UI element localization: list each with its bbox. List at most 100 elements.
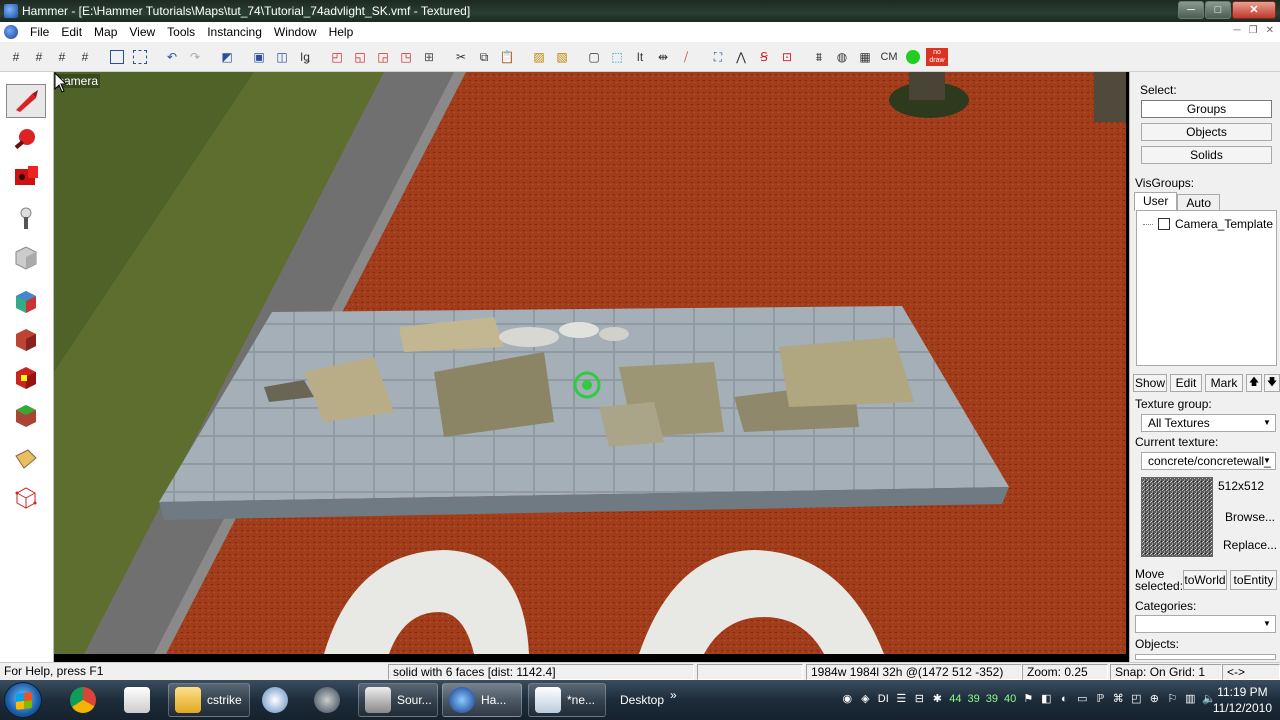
tray-icon[interactable]: ◧ bbox=[1040, 692, 1052, 705]
menu-window[interactable]: Window bbox=[274, 24, 325, 40]
show-all-icon[interactable]: ◲ bbox=[373, 47, 393, 67]
flip-icon[interactable]: ⇹ bbox=[653, 47, 673, 67]
network-icon[interactable]: ▥ bbox=[1184, 692, 1196, 705]
camera-3d-viewport[interactable]: camera bbox=[54, 72, 1126, 654]
cordon-icon[interactable]: ⊡ bbox=[777, 47, 797, 67]
camera-tool[interactable] bbox=[6, 160, 46, 194]
tray-di-label[interactable]: DI bbox=[877, 693, 889, 705]
block-tool[interactable] bbox=[6, 240, 46, 274]
group-select-icon[interactable]: ◫ bbox=[272, 47, 292, 67]
visgroup-move-up-button[interactable]: 🡅 bbox=[1246, 374, 1262, 392]
tray-icon[interactable]: ⊟ bbox=[913, 692, 925, 705]
tray-icon[interactable]: ⌘ bbox=[1112, 692, 1124, 705]
tray-icon[interactable]: ◉ bbox=[841, 692, 853, 705]
hollow-icon[interactable]: ▣ bbox=[249, 47, 269, 67]
minimize-button[interactable]: ─ bbox=[1178, 1, 1204, 19]
to-world-button[interactable]: toWorld bbox=[1183, 570, 1227, 590]
tray-icon[interactable]: ◈ bbox=[859, 692, 871, 705]
selection-tool[interactable] bbox=[6, 84, 46, 118]
action-center-icon[interactable]: ⚐ bbox=[1166, 692, 1178, 705]
undo-icon[interactable]: ↶ bbox=[162, 47, 182, 67]
visgroup-edit-button[interactable]: Edit bbox=[1170, 374, 1202, 392]
hammer-app-icon[interactable] bbox=[4, 4, 18, 18]
texture-browser-icon[interactable]: ▦ bbox=[855, 47, 875, 67]
hide-selected-icon[interactable]: ◰ bbox=[327, 47, 347, 67]
sphere-icon[interactable]: ◍ bbox=[832, 47, 852, 67]
hammer-editor-taskbar-button[interactable]: Ha... bbox=[442, 683, 522, 717]
source-sdk-taskbar-button[interactable]: Sour... bbox=[358, 683, 438, 717]
grid-larger-icon[interactable]: # bbox=[75, 47, 95, 67]
texture-lock-icon[interactable]: ǀǥ bbox=[295, 47, 315, 67]
notepad-taskbar-button[interactable]: *ne... bbox=[528, 683, 606, 717]
smoothing-icon[interactable]: Ꞩ bbox=[754, 47, 774, 67]
cut-icon[interactable]: ✂ bbox=[451, 47, 471, 67]
redo-icon[interactable]: ↷ bbox=[185, 47, 205, 67]
group-icon[interactable] bbox=[107, 47, 127, 67]
clip-icon[interactable]: ǀt bbox=[630, 47, 650, 67]
path-icon[interactable]: ⩩ bbox=[809, 47, 829, 67]
select-by-area-icon[interactable]: ⬚ bbox=[607, 47, 627, 67]
visgroups-tab-auto[interactable]: Auto bbox=[1177, 194, 1221, 211]
green-orb-icon[interactable] bbox=[903, 47, 923, 67]
visgroups-tab-user[interactable]: User bbox=[1134, 192, 1178, 211]
overlay-tool[interactable] bbox=[6, 398, 46, 432]
texture-application-tool[interactable] bbox=[6, 284, 46, 318]
cubemap-button[interactable]: CM bbox=[878, 47, 900, 67]
snipping-tool-taskbar-button[interactable] bbox=[118, 683, 156, 717]
start-button[interactable] bbox=[4, 682, 42, 718]
hammer-app-taskbar-button[interactable] bbox=[256, 683, 294, 717]
replace-button[interactable]: Replace... bbox=[1223, 538, 1277, 552]
carve-icon[interactable]: ◩ bbox=[217, 47, 237, 67]
displacement-icon[interactable]: ⛶ bbox=[708, 47, 728, 67]
texture-preview[interactable] bbox=[1141, 477, 1213, 557]
visgroup-mark-button[interactable]: Mark bbox=[1205, 374, 1243, 392]
grid-smaller-icon[interactable]: # bbox=[52, 47, 72, 67]
entity-tool[interactable] bbox=[6, 202, 46, 236]
mdi-close-button[interactable]: ✕ bbox=[1266, 25, 1274, 36]
to-entity-button[interactable]: toEntity bbox=[1230, 570, 1277, 590]
align-icon[interactable]: ⧸ bbox=[676, 47, 696, 67]
maximize-button[interactable]: □ bbox=[1205, 1, 1231, 19]
visgroup-icon[interactable]: ◳ bbox=[396, 47, 416, 67]
toggle-helpers-icon[interactable]: ▨ bbox=[529, 47, 549, 67]
visgroup-move-down-button[interactable]: 🡇 bbox=[1264, 374, 1280, 392]
tray-icon[interactable]: ◐ bbox=[1058, 693, 1070, 705]
close-button[interactable]: ✕ bbox=[1232, 1, 1276, 19]
nodraw-button[interactable]: no draw bbox=[926, 48, 948, 66]
tray-icon[interactable]: ℙ bbox=[1094, 692, 1106, 705]
vertex-tool-icon[interactable]: ⋀ bbox=[731, 47, 751, 67]
decal-tool[interactable] bbox=[6, 360, 46, 394]
texture-group-select[interactable]: All Textures ▼ bbox=[1141, 414, 1276, 432]
tray-icon[interactable]: ⚑ bbox=[1022, 692, 1034, 705]
chrome-taskbar-button[interactable] bbox=[64, 683, 102, 717]
document-icon[interactable] bbox=[4, 25, 18, 39]
apply-texture-tool[interactable] bbox=[6, 322, 46, 356]
tray-temp-4[interactable]: 40 bbox=[1004, 693, 1016, 705]
visgroup-show-button[interactable]: Show bbox=[1133, 374, 1167, 392]
vertex-manipulation-tool[interactable] bbox=[6, 480, 46, 514]
menu-view[interactable]: View bbox=[129, 24, 163, 40]
tray-icon[interactable]: ⊕ bbox=[1148, 692, 1160, 705]
cstrike-folder-taskbar-button[interactable]: cstrike bbox=[168, 683, 250, 717]
tray-temp-3[interactable]: 39 bbox=[986, 693, 998, 705]
objects-select[interactable] bbox=[1135, 654, 1276, 660]
menu-help[interactable]: Help bbox=[329, 24, 362, 40]
mdi-restore-button[interactable]: ❐ bbox=[1249, 25, 1258, 36]
autovisgroup-icon[interactable]: ⊞ bbox=[419, 47, 439, 67]
menu-instancing[interactable]: Instancing bbox=[207, 24, 270, 40]
menu-tools[interactable]: Tools bbox=[167, 24, 203, 40]
paste-icon[interactable]: 📋 bbox=[497, 47, 517, 67]
tray-icon[interactable]: ◰ bbox=[1130, 692, 1142, 705]
select-all-icon[interactable]: ▢ bbox=[584, 47, 604, 67]
categories-select[interactable]: ▼ bbox=[1135, 615, 1276, 633]
current-texture-select[interactable]: concrete/concretewall_ ▼ bbox=[1141, 452, 1276, 470]
clipping-tool[interactable] bbox=[6, 442, 46, 476]
browse-button[interactable]: Browse... bbox=[1225, 510, 1275, 524]
grid-toggle-icon[interactable]: # bbox=[6, 47, 26, 67]
hide-unselected-icon[interactable]: ◱ bbox=[350, 47, 370, 67]
grid-3d-icon[interactable]: # bbox=[29, 47, 49, 67]
visgroup-item[interactable]: Camera_Template bbox=[1143, 217, 1273, 231]
select-groups-button[interactable]: Groups bbox=[1141, 100, 1272, 118]
desktop-chevron-icon[interactable]: » bbox=[670, 688, 677, 702]
magnify-tool[interactable] bbox=[6, 122, 46, 156]
